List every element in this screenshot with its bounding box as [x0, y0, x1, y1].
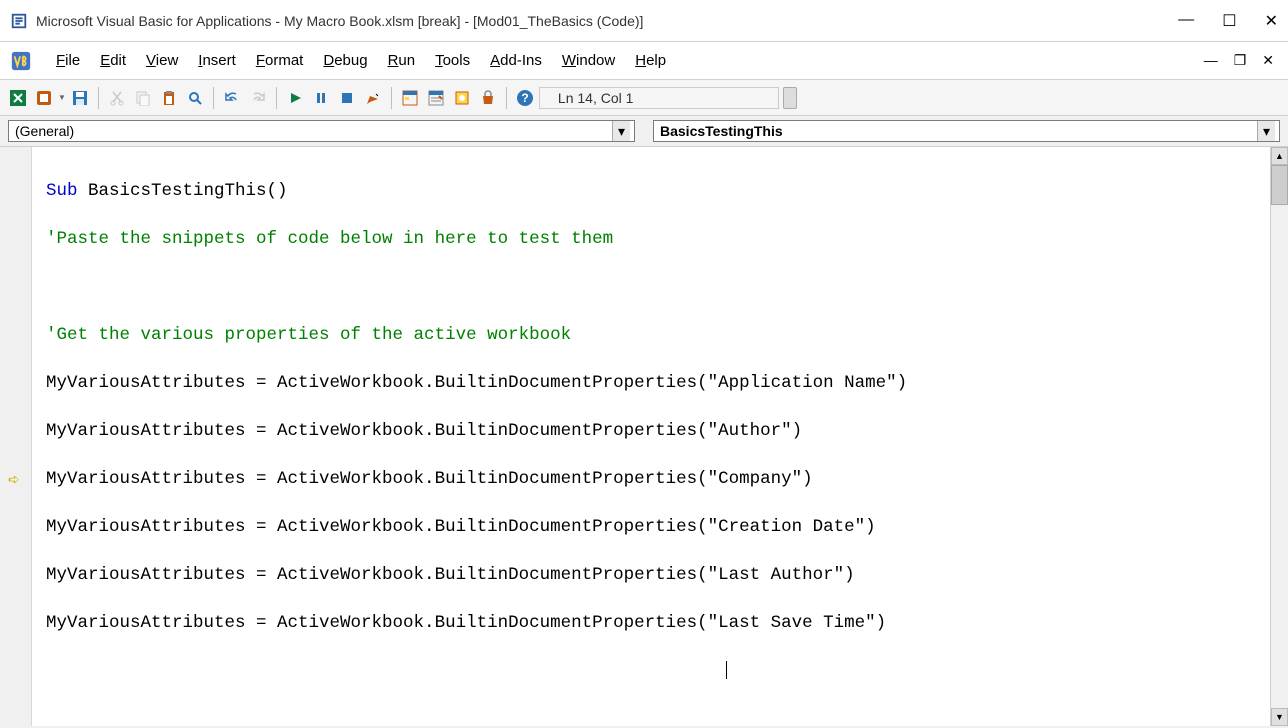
menu-help[interactable]: Help — [625, 48, 676, 73]
properties-window-icon[interactable] — [424, 86, 448, 110]
run-icon[interactable] — [283, 86, 307, 110]
mdi-restore-button[interactable]: ❐ — [1230, 50, 1251, 71]
insert-module-icon[interactable] — [32, 86, 56, 110]
window-controls: — ☐ ✕ — [1178, 11, 1278, 31]
project-explorer-icon[interactable] — [398, 86, 422, 110]
vba-logo-icon — [10, 50, 32, 72]
code-pane-dropdowns: (General) ▾ BasicsTestingThis ▾ — [0, 116, 1288, 146]
object-dropdown[interactable]: (General) ▾ — [8, 120, 635, 142]
redo-icon[interactable] — [246, 86, 270, 110]
menu-file[interactable]: File — [46, 48, 90, 73]
mdi-close-button[interactable]: ✕ — [1258, 50, 1278, 71]
menu-debug[interactable]: Debug — [313, 48, 377, 73]
menu-run[interactable]: Run — [378, 48, 426, 73]
scrollbar-thumb[interactable] — [1271, 165, 1288, 205]
execution-pointer-icon: ➪ — [8, 471, 20, 488]
scroll-down-icon[interactable]: ▼ — [1271, 708, 1288, 726]
procedure-dropdown-value: BasicsTestingThis — [660, 123, 783, 139]
code-text: MyVariousAttributes = ActiveWorkbook.Bui… — [46, 419, 1256, 443]
maximize-button[interactable]: ☐ — [1222, 11, 1236, 31]
margin-indicator-bar[interactable]: ➪ — [0, 147, 32, 726]
excel-view-icon[interactable] — [6, 86, 30, 110]
code-text: MyVariousAttributes = ActiveWorkbook.Bui… — [46, 563, 1256, 587]
close-button[interactable]: ✕ — [1265, 11, 1278, 31]
svg-text:?: ? — [521, 91, 528, 105]
chevron-down-icon: ▾ — [1257, 121, 1275, 141]
toolbox-icon[interactable] — [476, 86, 500, 110]
menu-view[interactable]: View — [136, 48, 188, 73]
window-title: Microsoft Visual Basic for Applications … — [36, 13, 1178, 29]
titlebar: Microsoft Visual Basic for Applications … — [0, 0, 1288, 42]
reset-icon[interactable] — [335, 86, 359, 110]
vertical-scrollbar[interactable]: ▲ ▼ — [1270, 147, 1288, 726]
code-editor[interactable]: Sub BasicsTestingThis() 'Paste the snipp… — [32, 147, 1270, 726]
scroll-up-icon[interactable]: ▲ — [1271, 147, 1288, 165]
mdi-controls: — ❐ ✕ — [1200, 50, 1278, 71]
menu-edit[interactable]: Edit — [90, 48, 136, 73]
break-icon[interactable] — [309, 86, 333, 110]
vba-app-icon — [10, 12, 28, 30]
procedure-dropdown[interactable]: BasicsTestingThis ▾ — [653, 120, 1280, 142]
minimize-button[interactable]: — — [1178, 11, 1194, 31]
menu-format[interactable]: Format — [246, 48, 314, 73]
toolbar-overflow-icon[interactable] — [783, 87, 797, 109]
copy-icon[interactable] — [131, 86, 155, 110]
cut-icon[interactable] — [105, 86, 129, 110]
code-text: BasicsTestingThis() — [88, 181, 288, 201]
code-comment: 'Paste the snippets of code below in her… — [46, 227, 1256, 251]
code-pane: ➪ Sub BasicsTestingThis() 'Paste the sni… — [0, 146, 1288, 726]
toolbar: ▼ ? Ln 14, Col 1 — [0, 80, 1288, 116]
code-comment: 'Get the various properties of the activ… — [46, 323, 1256, 347]
menu-window[interactable]: Window — [552, 48, 625, 73]
menu-tools[interactable]: Tools — [425, 48, 480, 73]
cursor-position-box: Ln 14, Col 1 — [539, 87, 779, 109]
code-text: MyVariousAttributes = ActiveWorkbook.Bui… — [46, 467, 1256, 491]
find-icon[interactable] — [183, 86, 207, 110]
save-icon[interactable] — [68, 86, 92, 110]
help-icon[interactable]: ? — [513, 86, 537, 110]
paste-icon[interactable] — [157, 86, 181, 110]
code-keyword: Sub — [46, 181, 88, 201]
object-dropdown-value: (General) — [15, 123, 74, 139]
code-text: MyVariousAttributes = ActiveWorkbook.Bui… — [46, 515, 1256, 539]
code-text: MyVariousAttributes = ActiveWorkbook.Bui… — [46, 371, 1256, 395]
design-mode-icon[interactable] — [361, 86, 385, 110]
text-cursor — [726, 661, 727, 679]
cursor-position: Ln 14, Col 1 — [552, 90, 640, 106]
code-text: MyVariousAttributes = ActiveWorkbook.Bui… — [46, 611, 1256, 635]
chevron-down-icon: ▾ — [612, 121, 630, 141]
menu-addins[interactable]: Add-Ins — [480, 48, 552, 73]
undo-icon[interactable] — [220, 86, 244, 110]
menu-insert[interactable]: Insert — [188, 48, 246, 73]
object-browser-icon[interactable] — [450, 86, 474, 110]
mdi-minimize-button[interactable]: — — [1200, 50, 1222, 71]
menubar: File Edit View Insert Format Debug Run T… — [0, 42, 1288, 80]
